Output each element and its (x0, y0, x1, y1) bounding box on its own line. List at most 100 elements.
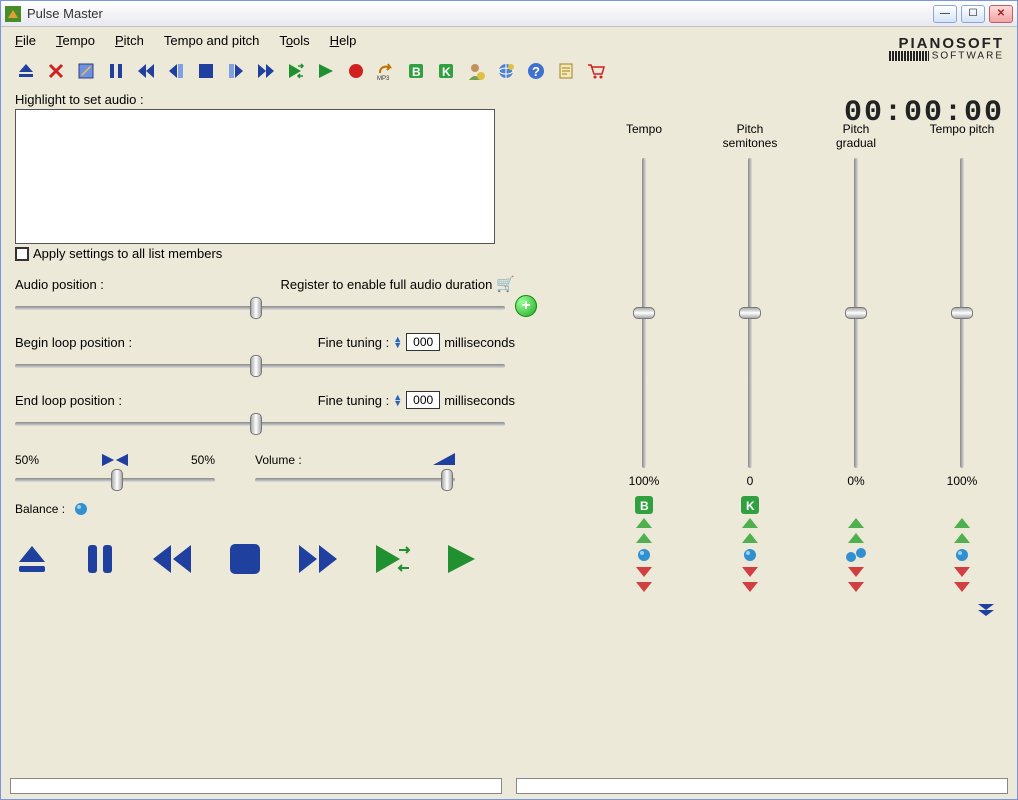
pitch-semi-up-icon[interactable] (741, 517, 759, 529)
rewind-button[interactable] (151, 542, 193, 579)
rewind-icon[interactable] (135, 60, 157, 82)
pitch-grad-slider[interactable] (845, 158, 867, 468)
pitch-grad-spheres-icon[interactable] (844, 547, 868, 563)
user-icon[interactable] (465, 60, 487, 82)
end-fine-unit: milliseconds (444, 393, 515, 408)
tempo-up-green-icon[interactable] (635, 517, 653, 529)
tempo-slider-label: Tempo (626, 122, 662, 152)
collapse-icon[interactable] (977, 603, 995, 617)
doc-icon[interactable] (555, 60, 577, 82)
begin-loop-label: Begin loop position : (15, 335, 132, 350)
pitch-semi-sphere-icon[interactable] (742, 547, 758, 563)
pitch-semi-up2-icon[interactable] (741, 532, 759, 544)
volume-triangle-icon (433, 453, 455, 465)
fine-tuning-label-2: Fine tuning : (318, 393, 390, 408)
play-loop-button[interactable] (373, 542, 411, 579)
tempo-pitch-up-icon[interactable] (953, 517, 971, 529)
status-right (516, 778, 1008, 794)
edit-icon[interactable] (75, 60, 97, 82)
menu-help[interactable]: Help (330, 33, 357, 48)
end-loop-label: End loop position : (15, 393, 122, 408)
brand-logo: PIANOSOFT SOFTWARE (889, 36, 1004, 62)
menu-tools[interactable]: Tools (279, 33, 309, 48)
record-icon[interactable] (345, 60, 367, 82)
cart-icon[interactable] (585, 60, 607, 82)
pitch-semi-down-icon[interactable] (741, 566, 759, 578)
tempo-pitch-sphere-icon[interactable] (954, 547, 970, 563)
maximize-button[interactable]: ☐ (961, 5, 985, 23)
apply-all-checkbox[interactable] (15, 247, 29, 261)
begin-fine-spinner[interactable]: ▲▼ (393, 336, 402, 348)
tempo-b-button[interactable]: B (635, 496, 653, 514)
tempo-up-green2-icon[interactable] (635, 532, 653, 544)
pitch-semi-slider[interactable] (739, 158, 761, 468)
begin-fine-unit: milliseconds (444, 335, 515, 350)
stop-icon[interactable] (195, 60, 217, 82)
eject-button[interactable] (15, 542, 49, 579)
balance-sphere-icon (73, 501, 89, 517)
globe-icon[interactable] (495, 60, 517, 82)
pitch-grad-down2-icon[interactable] (847, 581, 865, 593)
end-fine-input[interactable] (406, 391, 440, 409)
transport-controls (15, 541, 545, 580)
volume-label: Volume : (255, 453, 302, 467)
play-icon[interactable] (315, 60, 337, 82)
svg-text:B: B (412, 65, 421, 79)
minimize-button[interactable]: — (933, 5, 957, 23)
close-button[interactable]: ✕ (989, 5, 1013, 23)
step-back-icon[interactable] (165, 60, 187, 82)
end-fine-spinner[interactable]: ▲▼ (393, 394, 402, 406)
menu-pitch[interactable]: Pitch (115, 33, 144, 48)
menu-file[interactable]: File (15, 33, 36, 48)
delete-icon[interactable] (45, 60, 67, 82)
tempo-pitch-up2-icon[interactable] (953, 532, 971, 544)
volume-slider[interactable] (255, 469, 455, 491)
app-icon (5, 6, 21, 22)
tempo-pitch-down2-icon[interactable] (953, 581, 971, 593)
window-title: Pulse Master (27, 6, 933, 21)
pitch-grad-down-icon[interactable] (847, 566, 865, 578)
audio-listbox[interactable] (15, 109, 495, 244)
fastfwd-button[interactable] (297, 542, 339, 579)
pitch-grad-up2-icon[interactable] (847, 532, 865, 544)
step-fwd-icon[interactable] (225, 60, 247, 82)
pause-button[interactable] (83, 542, 117, 579)
register-cart-icon[interactable]: 🛒 (496, 275, 515, 293)
end-mark-icon[interactable]: K (435, 60, 457, 82)
svg-text:K: K (442, 65, 451, 79)
tempo-pitch-slider[interactable] (951, 158, 973, 468)
menu-tempo-pitch[interactable]: Tempo and pitch (164, 33, 259, 48)
begin-loop-slider[interactable] (15, 355, 505, 377)
menubar: File Tempo Pitch Tempo and pitch Tools H… (1, 27, 1017, 54)
balance-triangle-icon (102, 453, 128, 467)
menu-tempo[interactable]: Tempo (56, 33, 95, 48)
fast-fwd-icon[interactable] (255, 60, 277, 82)
audio-position-label: Audio position : (15, 277, 104, 292)
pitch-grad-up-icon[interactable] (847, 517, 865, 529)
svg-text:?: ? (532, 64, 540, 79)
tempo-down-red-icon[interactable] (635, 566, 653, 578)
tempo-down-red2-icon[interactable] (635, 581, 653, 593)
time-display: 00:00:00 (844, 96, 1004, 130)
mp3-icon[interactable]: MP3 (375, 60, 397, 82)
eject-icon[interactable] (15, 60, 37, 82)
stop-button[interactable] (227, 541, 263, 580)
tempo-slider[interactable] (633, 158, 655, 468)
help-icon[interactable]: ? (525, 60, 547, 82)
pitch-semi-down2-icon[interactable] (741, 581, 759, 593)
play-loop-icon[interactable] (285, 60, 307, 82)
pitch-k-button[interactable]: K (741, 496, 759, 514)
audio-position-slider[interactable] (15, 297, 505, 319)
pause-icon[interactable] (105, 60, 127, 82)
begin-fine-input[interactable] (406, 333, 440, 351)
begin-mark-icon[interactable]: B (405, 60, 427, 82)
svg-text:K: K (746, 499, 755, 513)
add-button[interactable]: + (515, 295, 537, 317)
status-bar (10, 778, 1008, 794)
balance-slider[interactable] (15, 469, 215, 491)
play-button[interactable] (445, 542, 477, 579)
end-loop-slider[interactable] (15, 413, 505, 435)
highlight-label: Highlight to set audio : (15, 92, 545, 107)
tempo-sphere-icon[interactable] (636, 547, 652, 563)
tempo-pitch-down-icon[interactable] (953, 566, 971, 578)
